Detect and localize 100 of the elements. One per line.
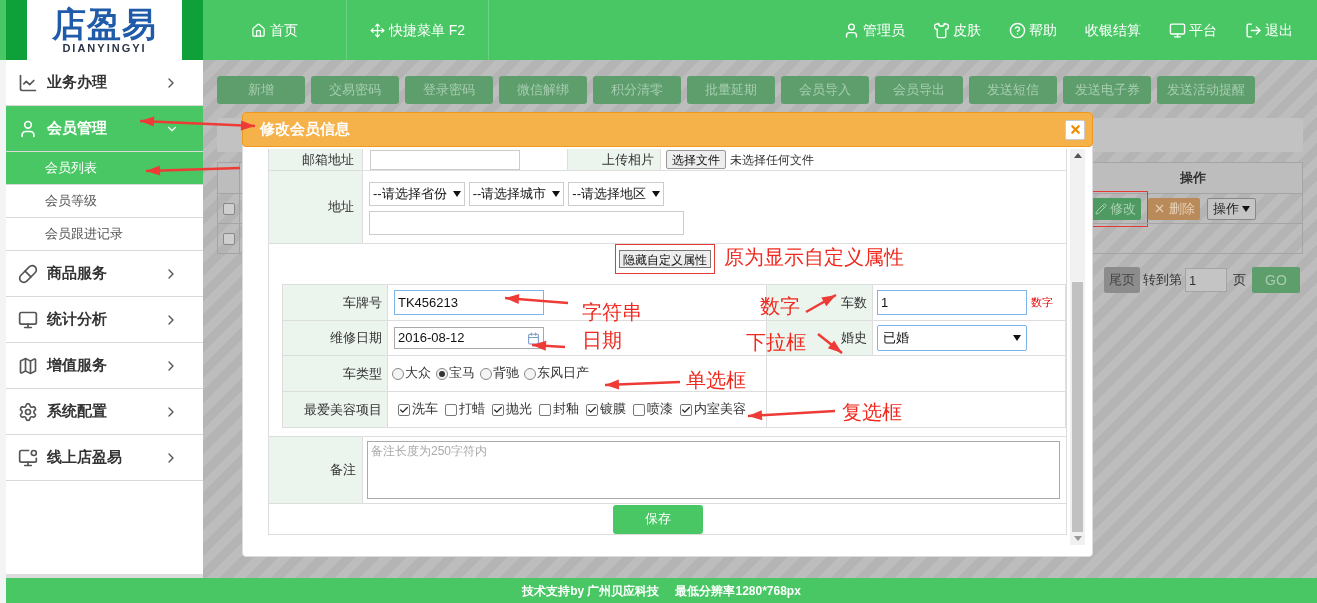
toolbar-button[interactable]: 会员导入 [781,76,869,104]
choose-file-button[interactable]: 选择文件 [666,150,726,169]
page-unit: 页 [1233,271,1246,290]
radio-button[interactable] [524,367,536,380]
checkbox[interactable] [586,403,598,416]
user-icon [843,21,860,39]
checkbox[interactable] [398,403,410,416]
select-field[interactable]: --请选择地区 [568,182,664,206]
annotation-text: 原为显示自定义属性 [724,245,904,269]
annotation-arrow [805,293,837,314]
checkbox-label: 内室美容 [694,401,746,419]
toolbar-button[interactable]: 微信解绑 [499,76,587,104]
select-field[interactable]: --请选择城市 [468,182,565,206]
field-label: 车数 [841,293,867,312]
edit-button[interactable]: 修改 [1090,197,1141,220]
number-field[interactable]: 1 [877,290,1027,315]
toolbar-button[interactable]: 新增 [217,76,305,104]
field-label: 维修日期 [330,329,382,348]
chart-icon [18,72,38,93]
scroll-down-icon[interactable] [1073,536,1082,541]
toolbar-button[interactable]: 发送活动提醒 [1157,76,1255,104]
text-field[interactable]: TK456213 [394,290,544,315]
row-checkbox[interactable] [222,202,235,215]
checkbox[interactable] [492,403,504,416]
checkbox-label: 打蜡 [459,401,485,419]
field-label: 婚史 [841,329,867,348]
toolbar-button[interactable]: 登录密码 [405,76,493,104]
file-status: 未选择任何文件 [730,151,814,169]
checkbox-label: 镀膜 [600,401,626,419]
caret-icon [652,191,660,197]
scrollbar[interactable] [1070,149,1085,545]
annotation-text: 日期 [582,328,622,352]
radio-label: 背驰 [493,365,519,383]
nav-link[interactable]: 退出 [1245,19,1293,41]
sidebar-item[interactable]: 会员管理 [6,106,203,152]
row-checkbox[interactable] [222,232,235,245]
radio-label: 东风日产 [537,365,589,383]
page-field[interactable]: 1 [1185,268,1227,292]
go-button[interactable]: GO [1252,267,1300,293]
nav-link[interactable]: 首页 [251,19,298,41]
select-field[interactable]: --请选择省份 [369,182,465,206]
caret-icon [1242,205,1250,212]
field-label: 车牌号 [343,293,382,312]
delete-button[interactable]: 删除 [1148,197,1200,220]
email-field[interactable] [370,149,520,170]
toolbar-button[interactable]: 交易密码 [311,76,399,104]
toolbar-button[interactable]: 发送短信 [969,76,1057,104]
close-icon [1153,202,1166,215]
checkbox-label: 洗车 [412,401,438,419]
nav-link[interactable]: 平台 [1169,19,1217,41]
action-dropdown[interactable]: 操作 [1207,197,1256,220]
field-label: 最爱美容项目 [304,400,382,419]
settings-icon [18,401,38,422]
annotation-text: 单选框 [686,368,746,392]
caret-icon [1013,335,1021,341]
field-label: 车类型 [343,364,382,383]
nav-link[interactable]: 管理员 [843,19,905,41]
annotation-text: 下拉框 [746,330,806,354]
radio-label: 宝马 [449,365,475,383]
nav-link[interactable]: 皮肤 [933,19,981,41]
map-icon [18,355,38,376]
close-button[interactable] [1065,119,1085,140]
field-hint: 数字 [1031,295,1053,311]
radio-button[interactable] [480,367,492,380]
goto-label: 转到第 [1143,271,1182,290]
last-page-button[interactable]: 尾页 [1104,267,1140,293]
annotation-text: 字符串 [582,300,642,324]
toolbar-button[interactable]: 积分清零 [593,76,681,104]
checkbox[interactable] [445,403,457,416]
radio-label: 大众 [405,365,431,383]
toggle-attributes-button[interactable]: 隐藏自定义属性 [619,250,711,268]
annotation-arrow [504,294,569,305]
pencil-icon [1095,202,1107,215]
field-label: 地址 [328,198,354,217]
logo[interactable]: 店盈易 DIANYINGYI [27,0,182,60]
field-label: 备注 [330,461,356,480]
toolbar-button[interactable]: 批量延期 [687,76,775,104]
home-icon [251,22,266,38]
select-field[interactable]: 已婚 [877,325,1027,351]
checkbox-label: 喷漆 [647,401,673,419]
date-field[interactable]: 2016-08-12 [394,327,544,349]
sidebar-subitem[interactable]: 会员列表 [6,152,203,185]
checkbox[interactable] [633,403,645,416]
remarks-field[interactable]: 备注长度为250字符内 [367,441,1060,499]
nav-link[interactable]: 帮助 [1009,19,1057,41]
modal-title: 修改会员信息 [260,119,350,140]
toolbar-button[interactable]: 会员导出 [875,76,963,104]
move-icon [369,22,385,38]
radio-button[interactable] [392,367,404,380]
save-button[interactable]: 保存 [612,504,703,534]
address-field[interactable] [369,211,684,235]
checkbox[interactable] [680,403,692,416]
checkbox[interactable] [539,403,551,416]
caret-icon [452,191,461,197]
nav-link[interactable]: 快捷菜单 F2 [369,19,466,41]
toolbar-button[interactable]: 发送电子券 [1063,76,1151,104]
help-icon [1009,21,1026,39]
radio-button[interactable] [436,367,448,380]
column-header: 操作 [1179,169,1206,188]
nav-link[interactable]: 收银结算 [1085,19,1141,41]
